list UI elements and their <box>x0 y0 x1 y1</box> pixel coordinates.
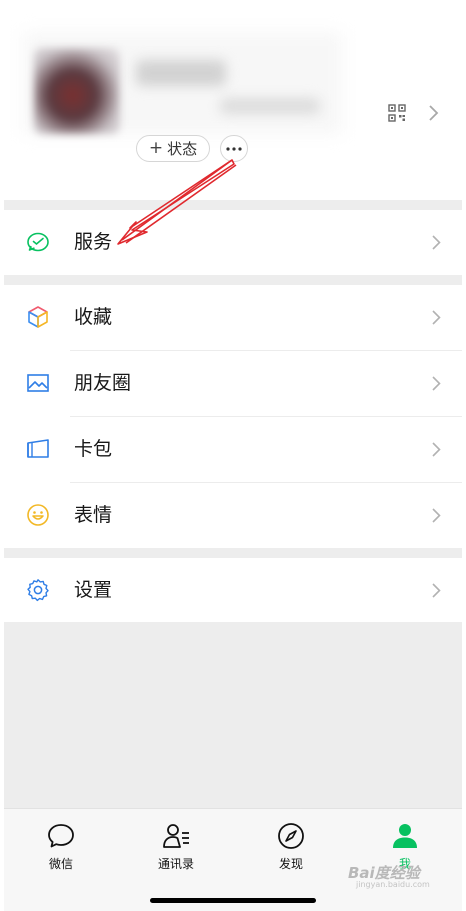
menu-item-settings[interactable]: 设置 <box>4 558 462 623</box>
more-status-button[interactable] <box>220 135 248 162</box>
ellipsis-icon <box>226 146 242 151</box>
menu-item-label: 设置 <box>74 579 113 601</box>
status-label: 状态 <box>167 140 198 158</box>
section-gap <box>4 548 462 558</box>
menu-item-label: 收藏 <box>74 306 113 328</box>
section-gap <box>4 275 462 285</box>
tab-label: 发现 <box>278 857 303 871</box>
chevron-right-icon <box>432 583 441 598</box>
menu-item-label: 朋友圈 <box>74 372 132 394</box>
person-icon <box>393 824 417 848</box>
menu-item-services[interactable]: 服务 <box>4 210 462 275</box>
chevron-right-icon <box>432 310 441 325</box>
home-indicator[interactable] <box>150 898 316 903</box>
menu-item-favorites[interactable]: 收藏 <box>4 285 462 350</box>
empty-area <box>4 622 462 808</box>
qr-code-icon[interactable] <box>388 104 406 122</box>
smiley-icon <box>27 504 49 526</box>
chevron-right-icon <box>432 442 441 457</box>
compass-icon <box>278 823 304 849</box>
menu-item-label: 服务 <box>74 231 113 253</box>
tab-label: 通讯录 <box>157 857 194 871</box>
blurred-nickname <box>136 60 226 86</box>
tab-chats[interactable]: 微信 <box>16 821 106 872</box>
wechat-pay-icon <box>27 232 49 252</box>
avatar[interactable] <box>34 48 120 134</box>
chevron-right-icon <box>432 235 441 250</box>
plus-icon: + <box>148 138 164 158</box>
gear-icon <box>27 579 49 602</box>
chevron-right-icon <box>429 105 439 121</box>
tab-discover[interactable]: 发现 <box>246 821 336 872</box>
picture-icon <box>27 374 49 392</box>
tab-bar: 微信 通讯录 发现 我 <box>4 808 462 911</box>
wallet-icon <box>27 439 49 458</box>
chat-bubble-icon <box>48 824 74 848</box>
chevron-right-icon <box>432 508 441 523</box>
contacts-icon <box>163 824 189 848</box>
tab-contacts[interactable]: 通讯录 <box>131 821 221 872</box>
menu-item-label: 卡包 <box>74 438 113 460</box>
cube-icon <box>28 306 48 328</box>
watermark-url: jingyan.baidu.com <box>356 880 430 889</box>
section-gap <box>4 200 462 210</box>
menu-item-cards[interactable]: 卡包 <box>4 417 462 482</box>
tab-label: 微信 <box>48 857 73 871</box>
menu-item-stickers[interactable]: 表情 <box>4 483 462 548</box>
menu-item-moments[interactable]: 朋友圈 <box>4 351 462 416</box>
chevron-right-icon <box>432 376 441 391</box>
profile-header[interactable]: + 状态 <box>0 0 466 200</box>
blurred-wechat-id <box>220 98 320 114</box>
add-status-button[interactable]: + 状态 <box>136 135 210 162</box>
menu-item-label: 表情 <box>74 504 113 526</box>
